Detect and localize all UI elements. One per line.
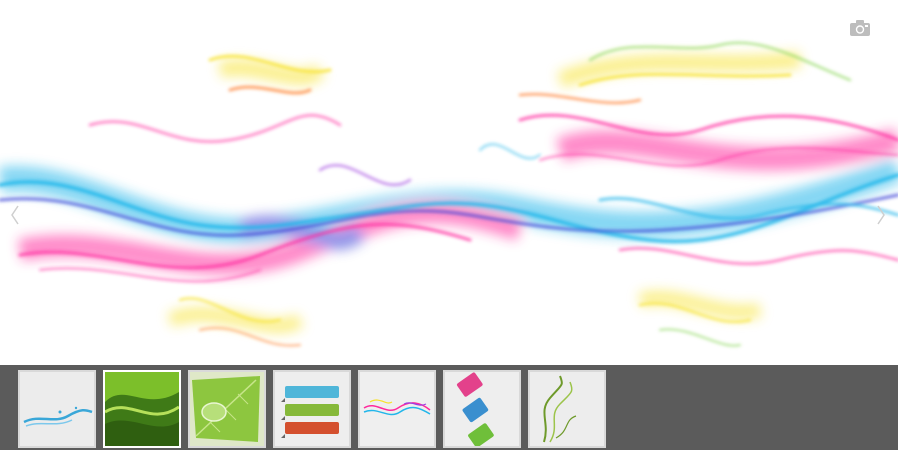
water-splash-thumbnail-art — [20, 372, 94, 446]
green-leaf-thumbnail-art — [190, 372, 264, 446]
tag-labels-thumbnail-art — [445, 372, 519, 446]
thumbnail-green-waves[interactable] — [103, 370, 181, 448]
thumbnail-colorful-smoke[interactable] — [358, 370, 436, 448]
thumbnail-green-leaf[interactable] — [188, 370, 266, 448]
green-waves-thumbnail-art — [105, 372, 179, 446]
thumbnail-water-splash[interactable] — [18, 370, 96, 448]
ribbon-banners-thumbnail-art — [275, 372, 349, 446]
thumbnail-green-smoke[interactable] — [528, 370, 606, 448]
thumbnail-tag-labels[interactable] — [443, 370, 521, 448]
chevron-right-icon — [877, 205, 885, 225]
chevron-left-icon — [11, 205, 19, 225]
camera-button[interactable] — [846, 14, 874, 42]
previous-image-button[interactable] — [6, 200, 24, 230]
colorful-smoke-thumbnail-art — [360, 372, 434, 446]
thumbnail-ribbon-banners[interactable] — [273, 370, 351, 448]
camera-icon — [850, 20, 870, 36]
main-image-smoke-art — [0, 41, 898, 347]
next-image-button[interactable] — [872, 200, 890, 230]
thumbnail-strip — [0, 365, 898, 450]
green-smoke-thumbnail-art — [530, 372, 604, 446]
main-image-viewer — [0, 0, 898, 365]
